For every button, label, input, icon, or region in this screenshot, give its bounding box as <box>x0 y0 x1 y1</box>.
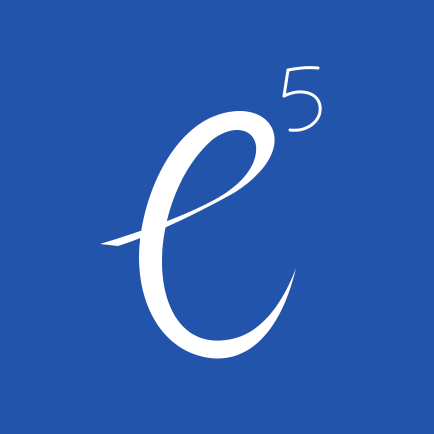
e5-logo-icon <box>0 0 434 434</box>
background <box>0 0 434 434</box>
app-icon <box>0 0 434 434</box>
